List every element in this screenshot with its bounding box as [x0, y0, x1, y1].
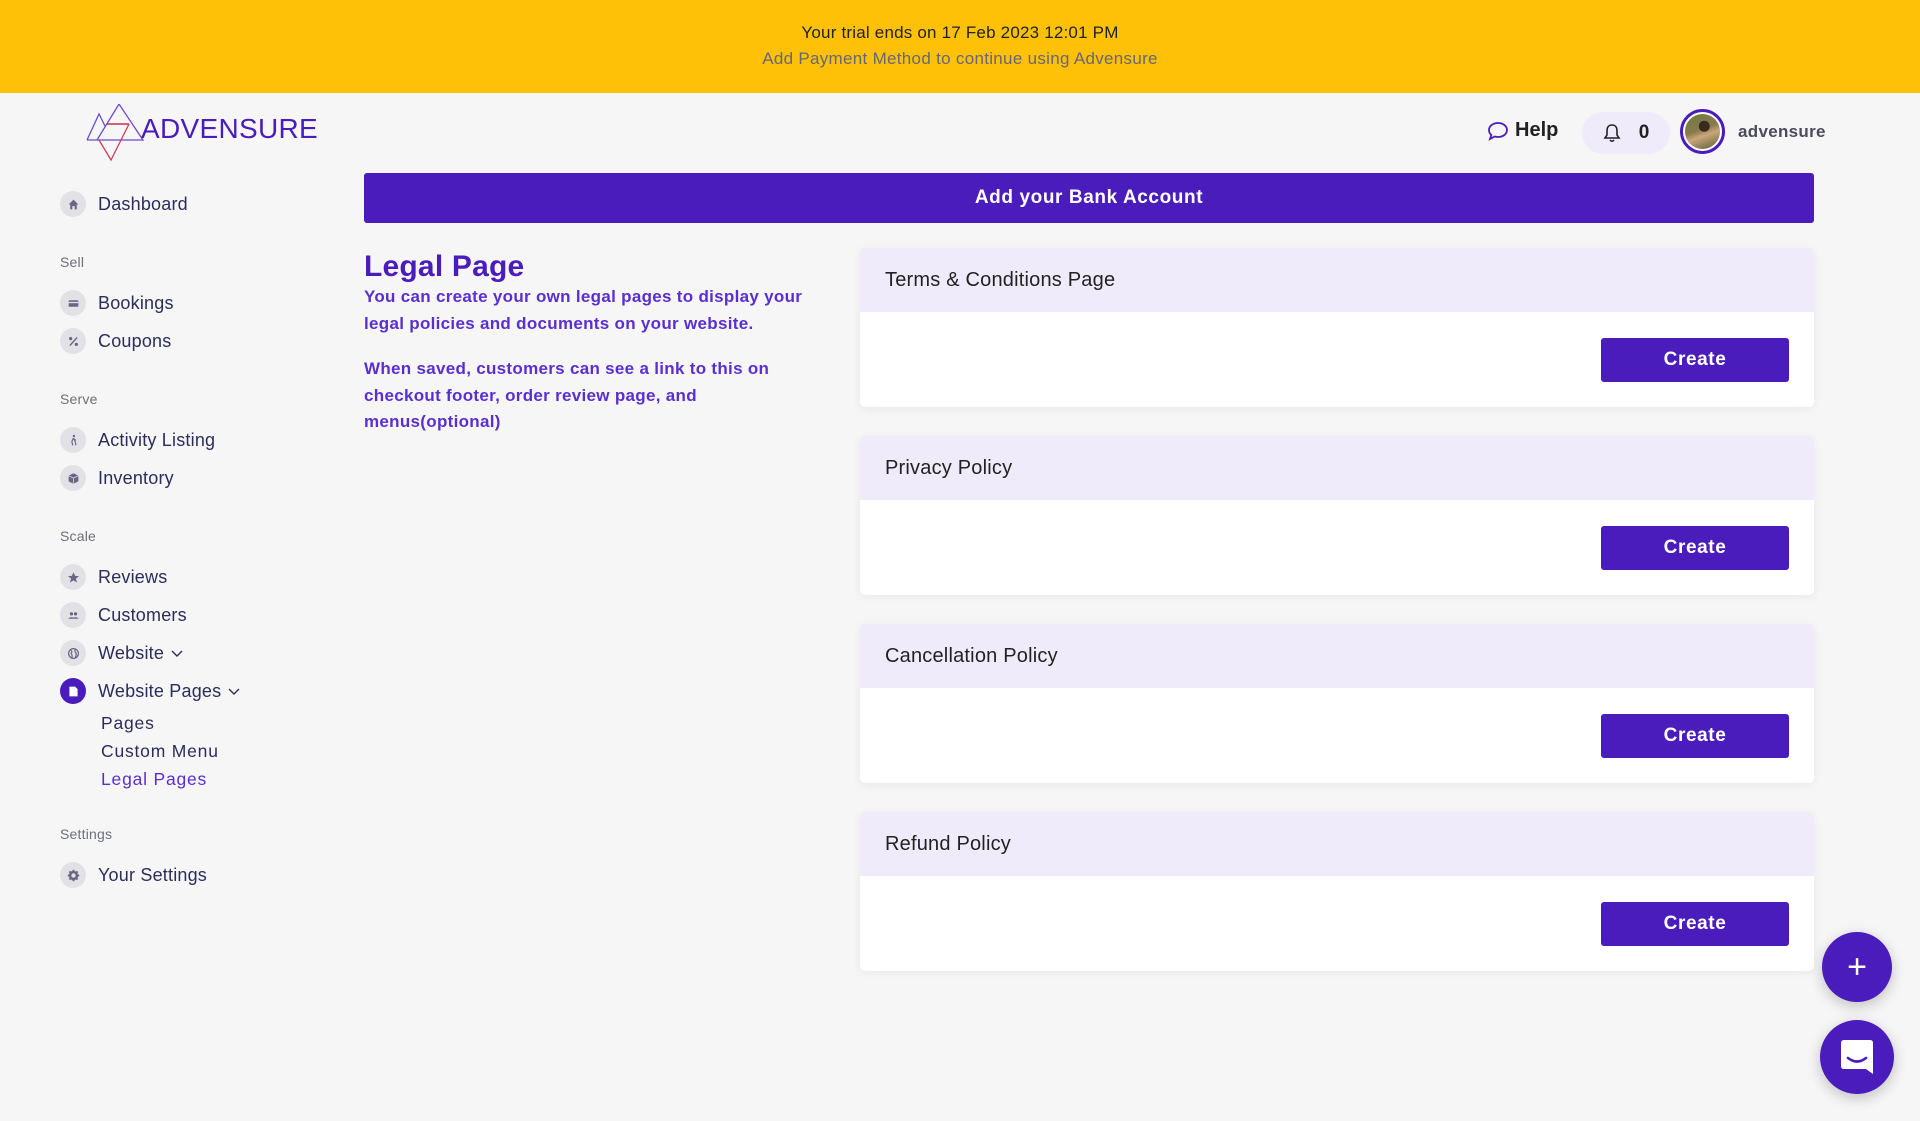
card-icon	[60, 290, 86, 316]
star-icon	[60, 564, 86, 590]
create-privacy-button[interactable]: Create	[1601, 526, 1789, 570]
card-title: Privacy Policy	[860, 436, 1814, 500]
add-payment-link[interactable]: Add Payment Method to continue using Adv…	[0, 49, 1920, 69]
notifications-button[interactable]: 0	[1582, 112, 1670, 154]
sidebar-item-website-pages[interactable]: Website Pages	[60, 678, 241, 704]
trial-end-text: Your trial ends on 17 Feb 2023 12:01 PM	[801, 23, 1119, 42]
sidebar-item-inventory[interactable]: Inventory	[60, 465, 174, 491]
sidebar-item-bookings[interactable]: Bookings	[60, 290, 174, 316]
sidebar-subitem-pages[interactable]: Pages	[101, 713, 155, 734]
notification-count: 0	[1638, 122, 1650, 143]
gear-icon	[60, 862, 86, 888]
home-icon	[60, 191, 86, 217]
section-serve: Serve	[60, 391, 98, 407]
legal-card-terms: Terms & Conditions Page Create	[860, 248, 1814, 407]
box-icon	[60, 465, 86, 491]
card-title: Refund Policy	[860, 812, 1814, 876]
create-refund-button[interactable]: Create	[1601, 902, 1789, 946]
create-cancellation-button[interactable]: Create	[1601, 714, 1789, 758]
sidebar-item-label: Inventory	[98, 467, 174, 488]
avatar[interactable]	[1680, 109, 1725, 154]
card-title: Cancellation Policy	[860, 624, 1814, 688]
sidebar-item-label: Bookings	[98, 292, 174, 313]
sidebar-item-customers[interactable]: Customers	[60, 602, 187, 628]
legal-card-privacy: Privacy Policy Create	[860, 436, 1814, 595]
sidebar-subitem-custom-menu[interactable]: Custom Menu	[101, 741, 219, 762]
sidebar-item-dashboard[interactable]: Dashboard	[60, 191, 188, 217]
brand-name: ADVENSURE	[141, 113, 318, 144]
sidebar-subitem-legal-pages[interactable]: Legal Pages	[101, 769, 207, 790]
chat-bubble-icon	[1488, 121, 1508, 141]
chat-icon	[1841, 1040, 1873, 1074]
create-terms-button[interactable]: Create	[1601, 338, 1789, 382]
username[interactable]: advensure	[1738, 122, 1826, 142]
section-scale: Scale	[60, 528, 97, 544]
chevron-down-icon	[171, 650, 183, 657]
page-description-note: When saved, customers can see a link to …	[364, 359, 770, 431]
page-description: You can create your own legal pages to d…	[364, 287, 803, 333]
sidebar-item-activity-listing[interactable]: Activity Listing	[60, 427, 215, 453]
legal-card-cancellation: Cancellation Policy Create	[860, 624, 1814, 783]
sidebar-item-label: Dashboard	[98, 193, 188, 214]
percent-icon	[60, 328, 86, 354]
legal-card-refund: Refund Policy Create	[860, 812, 1814, 971]
add-bank-account-button[interactable]: Add your Bank Account	[364, 173, 1814, 223]
add-fab-button[interactable]: +	[1822, 932, 1892, 1002]
sidebar-item-label: Your Settings	[98, 864, 208, 885]
trial-banner: Your trial ends on 17 Feb 2023 12:01 PM …	[0, 0, 1920, 93]
sidebar-item-label: Activity Listing	[98, 429, 216, 450]
chat-widget-button[interactable]	[1820, 1020, 1894, 1094]
sidebar-item-label: Customers	[98, 604, 187, 625]
plus-icon: +	[1847, 947, 1867, 986]
sidebar-item-label: Reviews	[98, 566, 168, 587]
sidebar-item-label: Coupons	[98, 330, 172, 351]
avatar-photo	[1685, 114, 1720, 149]
sidebar-item-label: Website Pages	[98, 680, 222, 701]
help-button[interactable]: Help	[1487, 119, 1558, 142]
sidebar-item-reviews[interactable]: Reviews	[60, 564, 167, 590]
chevron-down-icon	[228, 688, 240, 695]
sidebar-item-label: Website	[98, 642, 165, 663]
hiking-icon	[60, 427, 86, 453]
sidebar-item-your-settings[interactable]: Your Settings	[60, 862, 207, 888]
logo[interactable]: ADVENSURE	[85, 104, 318, 162]
people-icon	[60, 602, 86, 628]
help-label: Help	[1515, 119, 1559, 141]
sidebar-item-website[interactable]: Website	[60, 640, 184, 666]
card-title: Terms & Conditions Page	[860, 248, 1814, 312]
logo-mountain-icon	[86, 104, 145, 162]
sidebar-item-coupons[interactable]: Coupons	[60, 328, 171, 354]
page-icon	[60, 678, 86, 704]
bell-icon	[1603, 124, 1621, 143]
section-sell: Sell	[60, 254, 85, 270]
globe-icon	[60, 640, 86, 666]
section-settings: Settings	[60, 826, 113, 842]
page-title: Legal Page	[364, 250, 525, 283]
